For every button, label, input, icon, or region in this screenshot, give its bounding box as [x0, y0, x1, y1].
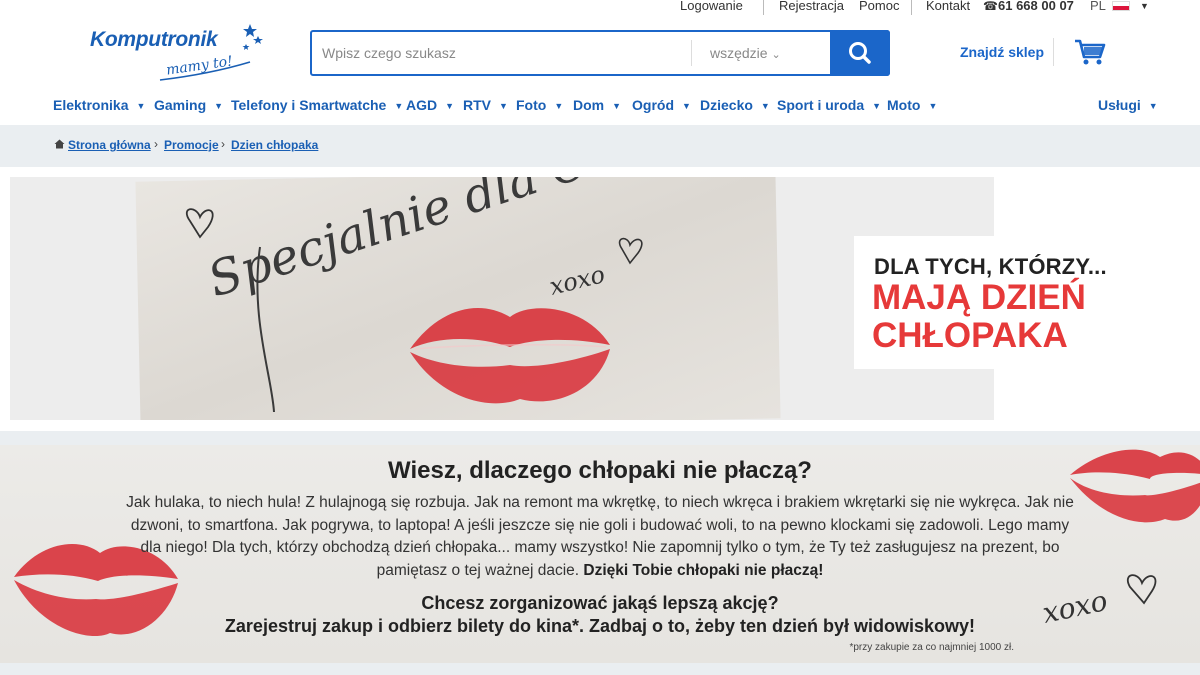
- hero-xoxo-text: xoxo: [547, 260, 608, 301]
- divider: [911, 0, 912, 15]
- caret-down-icon: ▼: [554, 101, 564, 111]
- divider: [1053, 38, 1054, 66]
- phone-icon: ☎: [983, 0, 998, 13]
- promo-footnote: *przy zakupie za co najmniej 1000 zł.: [849, 642, 1014, 653]
- nav-label: Elektronika: [53, 97, 129, 113]
- breadcrumb-separator-icon: ›: [221, 137, 225, 151]
- nav-label: Sport i uroda: [777, 97, 865, 113]
- phone-number[interactable]: 61 668 00 07: [998, 0, 1074, 13]
- search-bar: wszędzie ⌄: [310, 30, 890, 76]
- promo-body: Jak hulaka, to niech hula! Z hulajnogą s…: [124, 492, 1076, 582]
- nav-label: Ogród: [632, 97, 674, 113]
- caret-down-icon: ▼: [445, 101, 455, 111]
- caret-down-icon: ▼: [682, 101, 691, 111]
- nav-item-dom[interactable]: Dom ▼: [573, 97, 621, 113]
- find-store-link[interactable]: Znajdź sklep: [960, 44, 1044, 60]
- section-gap: [0, 431, 1200, 445]
- nav-item-ogrod[interactable]: Ogród ▼: [632, 97, 691, 113]
- breadcrumb-promocje[interactable]: Promocje: [164, 138, 219, 152]
- breadcrumb-home[interactable]: Strona główna: [68, 138, 151, 152]
- nav-item-moto[interactable]: Moto ▼: [887, 97, 937, 113]
- hero-banner[interactable]: Specjalnie dla Ciebie xoxo: [10, 177, 994, 420]
- promo-body-bold: Dzięki Tobie chłopaki nie płaczą!: [583, 561, 824, 579]
- caret-down-icon: ▼: [499, 101, 508, 111]
- search-scope-select[interactable]: wszędzie ⌄: [710, 45, 781, 61]
- lips-icon: [410, 307, 610, 404]
- search-button[interactable]: [830, 30, 890, 76]
- nav-label: AGD: [406, 97, 438, 113]
- breadcrumb-separator-icon: ›: [154, 137, 158, 151]
- logo[interactable]: Komputronik mamy to!: [90, 22, 270, 86]
- section-gap: [0, 663, 1200, 675]
- nav-label: Foto: [516, 97, 547, 113]
- nav-label: Dom: [573, 97, 605, 113]
- nav-item-gaming[interactable]: Gaming ▼: [154, 97, 223, 113]
- nav-label: Telefony i Smartwatche: [231, 97, 387, 113]
- cart-button[interactable]: [1074, 38, 1106, 66]
- hero-headline-box: DLA TYCH, KTÓRZY... MAJĄ DZIEŃ CHŁOPAKA: [854, 236, 1154, 369]
- caret-down-icon: ▼: [612, 101, 622, 111]
- top-bar: Logowanie Rejestracja Pomoc Kontakt ☎ 61…: [0, 0, 1200, 16]
- nav-item-elektronika[interactable]: Elektronika ▼: [53, 97, 145, 113]
- chevron-down-icon[interactable]: ▼: [1140, 1, 1149, 11]
- nav-item-dziecko[interactable]: Dziecko ▼: [700, 97, 770, 113]
- hero-line-1: DLA TYCH, KTÓRZY...: [874, 254, 1107, 279]
- caret-down-icon: ▼: [394, 101, 404, 111]
- contact-link[interactable]: Kontakt: [926, 0, 970, 13]
- home-icon: [54, 139, 65, 149]
- chevron-down-icon: ⌄: [771, 49, 781, 61]
- caret-down-icon: ▼: [1148, 101, 1158, 111]
- nav-item-foto[interactable]: Foto ▼: [516, 97, 563, 113]
- promo-heading: Wiesz, dlaczego chłopaki nie płaczą?: [388, 457, 812, 484]
- nav-item-telefony[interactable]: Telefony i Smartwatche ▼: [231, 97, 403, 113]
- handwritten-note-illustration: Specjalnie dla Ciebie xoxo: [185, 177, 706, 413]
- poland-flag-icon: [1112, 1, 1130, 11]
- search-input[interactable]: [312, 32, 690, 74]
- nav-label: Dziecko: [700, 97, 753, 113]
- breadcrumb: Strona główna › Promocje › Dzien chłopak…: [0, 125, 1200, 167]
- hero-line-3: CHŁOPAKA: [872, 316, 1068, 355]
- search-icon: [849, 42, 871, 64]
- hero-line-2: MAJĄ DZIEŃ: [872, 278, 1086, 317]
- hero-handwriting-text: Specjalnie dla Ciebie: [201, 177, 706, 308]
- language-selector[interactable]: PL: [1090, 0, 1106, 13]
- nav-label: RTV: [463, 97, 491, 113]
- register-link[interactable]: Rejestracja: [779, 0, 844, 13]
- breadcrumb-current[interactable]: Dzien chłopaka: [231, 138, 318, 152]
- search-scope-label: wszędzie: [710, 45, 768, 61]
- nav-label: Moto: [887, 97, 921, 113]
- caret-down-icon: ▼: [136, 101, 146, 111]
- caret-down-icon: ▼: [928, 101, 938, 111]
- promo-text-banner: xoxo Wiesz, dlaczego chłopaki nie płaczą…: [0, 445, 1200, 663]
- main-nav: Elektronika ▼ Gaming ▼ Telefony i Smartwat…: [0, 97, 1200, 117]
- nav-item-uslugi[interactable]: Usługi ▼: [1098, 97, 1158, 113]
- divider: [763, 0, 764, 15]
- promo-cta-line-2: Zarejestruj zakup i odbierz bilety do ki…: [224, 616, 976, 636]
- promo-cta-line-1: Chcesz zorganizować jakąś lepszą akcję?: [421, 593, 779, 613]
- cart-icon: [1075, 39, 1106, 65]
- login-link[interactable]: Logowanie: [680, 0, 743, 13]
- caret-down-icon: ▼: [214, 101, 224, 111]
- help-link[interactable]: Pomoc: [859, 0, 899, 13]
- nav-item-sport-i-uroda[interactable]: Sport i uroda ▼: [777, 97, 881, 113]
- caret-down-icon: ▼: [760, 101, 770, 111]
- divider: [691, 40, 692, 66]
- caret-down-icon: ▼: [872, 101, 882, 111]
- nav-item-agd[interactable]: AGD ▼: [406, 97, 454, 113]
- nav-label: Gaming: [154, 97, 207, 113]
- nav-label: Usługi: [1098, 97, 1141, 113]
- nav-item-rtv[interactable]: RTV ▼: [463, 97, 508, 113]
